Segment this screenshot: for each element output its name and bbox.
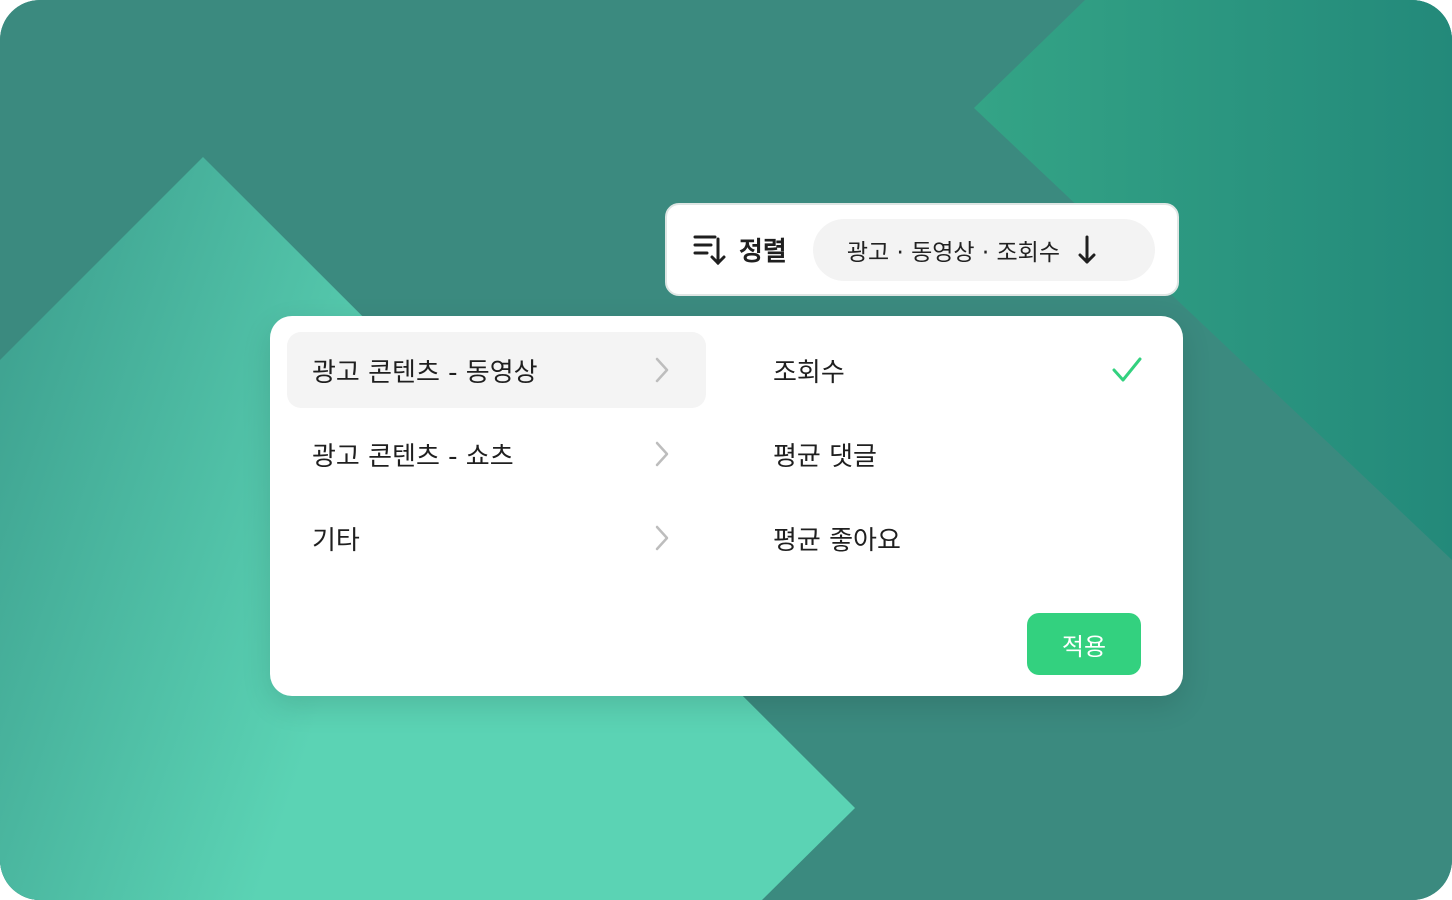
sort-selection-text: 광고 · 동영상 · 조회수 xyxy=(846,239,1060,266)
sort-title: 정렬 xyxy=(739,237,787,267)
category-item-shorts[interactable]: 광고 콘텐츠 - 쇼츠 xyxy=(287,416,706,492)
chevron-right-icon xyxy=(655,441,669,467)
metric-list: 조회수 평균 댓글 평균 좋아요 xyxy=(750,332,1143,584)
category-label: 광고 콘텐츠 - 쇼츠 xyxy=(312,441,514,472)
chevron-right-icon xyxy=(655,357,669,383)
metric-label: 조회수 xyxy=(773,357,845,388)
chevron-right-icon xyxy=(655,525,669,551)
metric-item-avg-comments[interactable]: 평균 댓글 xyxy=(750,416,1143,492)
category-label: 기타 xyxy=(312,525,360,556)
metric-label: 평균 댓글 xyxy=(773,441,877,472)
arrow-down-icon[interactable] xyxy=(1076,234,1098,266)
sort-label-group: 정렬 xyxy=(693,231,787,268)
sort-selection-chip[interactable]: 광고 · 동영상 · 조회수 xyxy=(812,218,1155,281)
category-item-other[interactable]: 기타 xyxy=(287,500,706,576)
metric-label: 평균 좋아요 xyxy=(773,525,901,556)
sort-options-panel: 광고 콘텐츠 - 동영상 광고 콘텐츠 - 쇼츠 기타 조회수 평균 댓글 평균… xyxy=(270,316,1183,696)
apply-button[interactable]: 적용 xyxy=(1027,613,1141,675)
sort-bar[interactable]: 정렬 광고 · 동영상 · 조회수 xyxy=(665,203,1179,296)
check-icon xyxy=(1112,357,1142,382)
category-item-video[interactable]: 광고 콘텐츠 - 동영상 xyxy=(287,332,706,408)
category-label: 광고 콘텐츠 - 동영상 xyxy=(312,357,538,388)
metric-item-views[interactable]: 조회수 xyxy=(750,332,1143,408)
metric-item-avg-likes[interactable]: 평균 좋아요 xyxy=(750,500,1143,576)
background-canvas: 정렬 광고 · 동영상 · 조회수 광고 콘텐츠 - 동영상 광고 콘텐츠 - … xyxy=(0,0,1452,900)
sort-descending-icon xyxy=(693,235,726,265)
category-list: 광고 콘텐츠 - 동영상 광고 콘텐츠 - 쇼츠 기타 xyxy=(287,332,706,584)
